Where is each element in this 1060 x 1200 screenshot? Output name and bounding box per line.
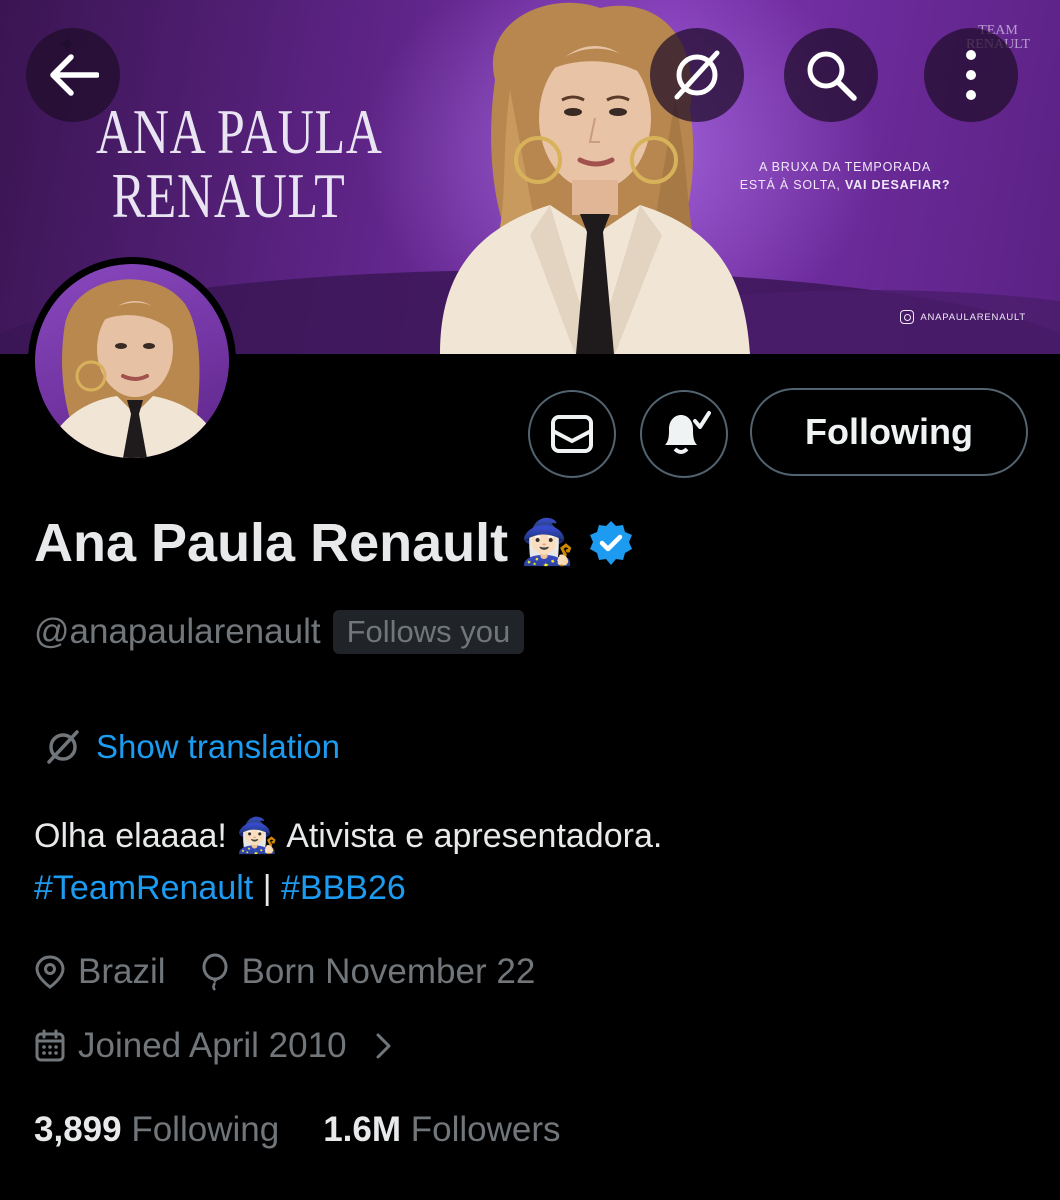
no-translate-icon — [674, 50, 720, 100]
birthday-item: Born November 22 — [200, 952, 536, 992]
witch-emoji: 🧙🏻‍♀️ — [520, 517, 575, 568]
banner-tagline-line1: A BRUXA DA TEMPORADA — [758, 160, 932, 174]
avatar-portrait — [45, 279, 223, 458]
banner-tagline-strong: VAI DESAFIAR? — [844, 178, 951, 192]
bio-text: Olha elaaaa! — [34, 817, 227, 855]
show-translation-link[interactable]: Show translation — [44, 728, 340, 766]
banner-tagline-line2: ESTÁ À SOLTA, — [739, 178, 841, 192]
hashtag-teamrenault[interactable]: #TeamRenault — [34, 869, 253, 907]
envelope-icon — [551, 415, 593, 453]
banner-instagram: ANAPAULARENAULT — [900, 310, 1026, 324]
notifications-button[interactable] — [640, 390, 728, 478]
instagram-icon — [900, 310, 915, 324]
location-text: Brazil — [78, 952, 166, 991]
hashtag-bbb26[interactable]: #BBB26 — [281, 869, 406, 907]
follow-counts: 3,899 Following 1.6M Followers — [34, 1110, 561, 1150]
location-item: Brazil — [34, 952, 166, 992]
bio-witch-emoji: 🧙🏻‍♀️ — [236, 816, 279, 856]
bio-separator: | — [262, 869, 272, 907]
profile-handle: @anapaularenault — [34, 612, 321, 651]
verified-badge-icon[interactable] — [587, 519, 635, 567]
banner-tagline: A BRUXA DA TEMPORADA ESTÁ À SOLTA, VAI D… — [720, 158, 970, 194]
display-name-row: Ana Paula Renault 🧙🏻‍♀️ — [34, 512, 635, 574]
avatar-image — [35, 264, 229, 458]
profile-meta-row-1: Brazil Born November 22 — [34, 952, 535, 992]
profile-meta-row-2[interactable]: Joined April 2010 — [34, 1026, 395, 1066]
joined-text: Joined April 2010 — [78, 1026, 347, 1065]
message-button[interactable] — [528, 390, 616, 478]
translate-toggle-button[interactable] — [650, 28, 744, 122]
bell-check-icon — [665, 411, 711, 454]
display-name: Ana Paula Renault — [34, 513, 509, 573]
back-button[interactable] — [26, 28, 120, 122]
show-translation-label: Show translation — [96, 728, 340, 765]
followers-count: 1.6M — [323, 1110, 401, 1149]
profile-bio: Olha elaaaa! 🧙🏻‍♀️ Ativista e apresentad… — [34, 810, 662, 914]
balloon-icon — [202, 953, 228, 991]
calendar-icon — [35, 1029, 65, 1062]
follows-you-badge: Follows you — [332, 610, 525, 654]
following-count-label: Following — [131, 1110, 280, 1149]
banner-instagram-handle: ANAPAULARENAULT — [920, 311, 1026, 323]
profile-avatar[interactable] — [28, 257, 236, 465]
following-count-link[interactable]: 3,899 Following — [34, 1110, 279, 1150]
banner-title-line2: RENAULT — [111, 160, 346, 231]
joined-item: Joined April 2010 — [34, 1026, 347, 1066]
more-options-button[interactable] — [924, 28, 1018, 122]
handle-row: @anapaularenault Follows you — [34, 610, 525, 654]
search-button[interactable] — [784, 28, 878, 122]
followers-count-link[interactable]: 1.6M Followers — [323, 1110, 560, 1150]
arrow-left-icon — [50, 54, 99, 96]
location-pin-icon — [35, 955, 65, 989]
followers-count-label: Followers — [410, 1110, 561, 1149]
more-vertical-icon — [966, 50, 976, 100]
following-button[interactable]: Following — [750, 388, 1028, 476]
chevron-right-icon — [376, 1033, 391, 1059]
search-icon — [807, 51, 857, 101]
bio-text-2: Ativista e apresentadora. — [286, 817, 663, 855]
birthday-text: Born November 22 — [241, 952, 536, 991]
banner-title: ANA PAULA RENAULT — [96, 96, 383, 231]
banner-title-line1: ANA PAULA — [96, 96, 383, 167]
following-count: 3,899 — [34, 1110, 122, 1149]
translate-icon — [47, 730, 79, 764]
